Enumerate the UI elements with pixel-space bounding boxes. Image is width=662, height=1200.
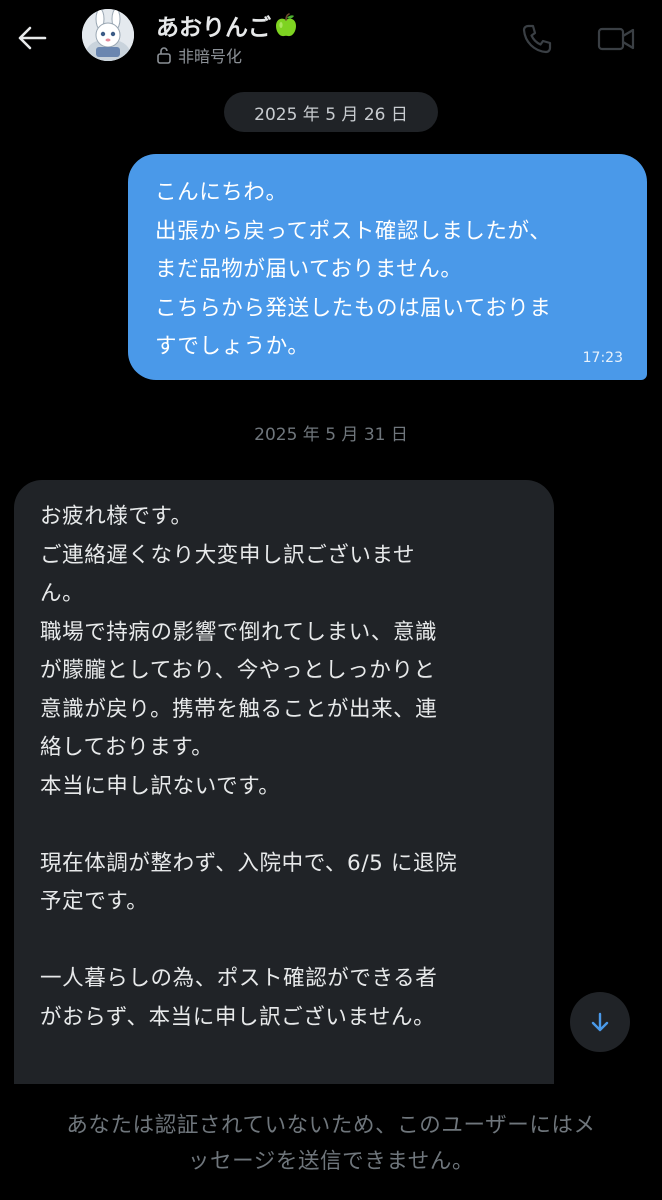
message-line: お疲れ様です。: [40, 504, 193, 529]
message-line: がおらず、本当に申し訳ございません。: [40, 1004, 436, 1030]
encryption-status: 非暗号化: [156, 43, 242, 67]
contact-name-text: あおりんご: [156, 15, 271, 41]
message-line: 出張から戻ってポスト確認しましたが、: [155, 218, 552, 244]
message-timestamp: 17:23: [582, 350, 623, 366]
avatar-image: [82, 9, 134, 61]
message-line: 予定です。: [40, 889, 149, 914]
dm-conversation-screen: あおりんご 非暗号化 2025 年 5 月 26 日 こんにちわ。 出張から戻っ…: [0, 0, 662, 1200]
back-button[interactable]: [14, 20, 50, 56]
sent-message-bubble[interactable]: こんにちわ。 出張から戻ってポスト確認しましたが、 まだ品物が届いておりません。…: [128, 154, 647, 380]
message-line: 絡しております。: [40, 735, 214, 760]
message-line: が朦朧としており、今やっとしっかりと: [40, 658, 436, 683]
encryption-status-text: 非暗号化: [178, 47, 243, 66]
date-separator: 2025 年 5 月 26 日: [224, 92, 438, 132]
notice-line: あなたは認証されていないため、このユーザーにはメ: [66, 1113, 596, 1138]
conversation-header: あおりんご 非暗号化: [0, 0, 662, 78]
arrow-down-icon: [591, 1012, 609, 1032]
lock-icon: [157, 47, 171, 64]
avatar[interactable]: [82, 9, 134, 61]
call-button[interactable]: [520, 22, 554, 56]
message-line: こちらから発送したものは届いておりま: [155, 295, 552, 321]
video-camera-icon: [597, 27, 635, 51]
message-line: 一人暮らしの為、ポスト確認ができる者: [40, 966, 438, 991]
video-call-button[interactable]: [596, 22, 636, 56]
date-separator: 2025 年 5 月 31 日: [254, 424, 408, 445]
cannot-message-notice: あなたは認証されていないため、このユーザーにはメ ッセージを送信できません。: [0, 1084, 662, 1200]
phone-icon: [522, 24, 552, 54]
message-line: こんにちわ。: [155, 180, 288, 205]
scroll-to-bottom-button[interactable]: [570, 992, 630, 1052]
received-message-bubble[interactable]: お疲れ様です。 ご連絡遅くなり大変申し訳ございませ ん。 職場で持病の影響で倒れ…: [14, 480, 554, 1120]
green-apple-icon: [273, 12, 299, 38]
message-line: すでしょうか。: [155, 334, 310, 359]
message-line: ん。: [40, 581, 85, 606]
back-arrow-icon: [18, 26, 47, 50]
message-line: まだ品物が届いておりません。: [155, 257, 463, 282]
message-line: 職場で持病の影響で倒れてしまい、意識: [40, 619, 438, 645]
contact-name[interactable]: あおりんご: [156, 8, 299, 42]
message-line: 本当に申し訳ないです。: [40, 773, 281, 799]
message-line: 意識が戻り。携帯を触ることが出来、連: [40, 696, 438, 722]
message-line: ご連絡遅くなり大変申し訳ございませ: [40, 542, 416, 568]
message-line: 現在体調が整わず、入院中で、6/5 に退院: [40, 850, 458, 876]
notice-line: ッセージを送信できません。: [187, 1149, 475, 1174]
